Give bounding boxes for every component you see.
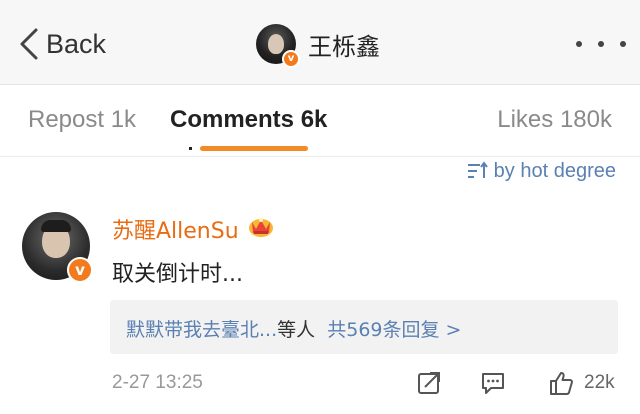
reply-authors[interactable]: 默默带我去臺北... <box>126 319 277 341</box>
reply-authors-suffix: 等人 <box>277 319 316 341</box>
avatar[interactable]: v <box>256 24 300 68</box>
page-title: 王栎鑫 <box>308 32 380 61</box>
sort-button[interactable]: by hot degree <box>466 158 616 184</box>
chevron-left-icon <box>20 28 38 60</box>
tab-bar: Repost 1k Comments 6k Likes 180k <box>0 84 640 156</box>
verified-badge-icon: v <box>282 50 300 68</box>
comment-timestamp: 2-27 13:25 <box>112 372 203 393</box>
comment-icon[interactable] <box>480 370 506 396</box>
commenter-avatar[interactable]: v <box>22 212 93 283</box>
replies-summary[interactable]: 默默带我去臺北...等人 共569条回复 > <box>126 315 461 342</box>
crown-icon <box>249 218 273 237</box>
repost-icon[interactable] <box>416 370 442 396</box>
back-label: Back <box>46 28 107 59</box>
avatar-hair <box>41 220 71 232</box>
nav-bar: Back v 王栎鑫 <box>0 0 640 85</box>
like-count: 22k <box>584 372 615 393</box>
divider <box>0 156 640 157</box>
tab-repost[interactable]: Repost 1k <box>28 106 136 134</box>
like-icon[interactable] <box>548 370 574 396</box>
more-options-button[interactable] <box>576 36 626 52</box>
reply-count-link[interactable]: 共569条回复 > <box>327 319 461 341</box>
comment-body: 取关倒计时... <box>112 262 243 287</box>
tab-comments[interactable]: Comments 6k <box>170 106 327 134</box>
active-tab-underline <box>200 146 308 151</box>
tab-likes[interactable]: Likes 180k <box>497 106 612 134</box>
avatar-face <box>268 34 284 54</box>
more-dot-icon <box>620 41 626 47</box>
verified-badge-icon: v <box>67 257 93 283</box>
more-dot-icon <box>576 41 582 47</box>
sort-label: by hot degree <box>493 159 616 182</box>
more-dot-icon <box>598 41 604 47</box>
back-button[interactable]: Back <box>18 22 106 66</box>
tab-indicator-dot <box>189 147 192 150</box>
sort-icon <box>467 161 488 178</box>
profile-header[interactable]: v 王栎鑫 <box>256 21 380 68</box>
replies-preview[interactable]: 默默带我去臺北...等人 共569条回复 > <box>110 300 618 354</box>
commenter-name[interactable]: 苏醒AllenSu <box>112 213 239 245</box>
